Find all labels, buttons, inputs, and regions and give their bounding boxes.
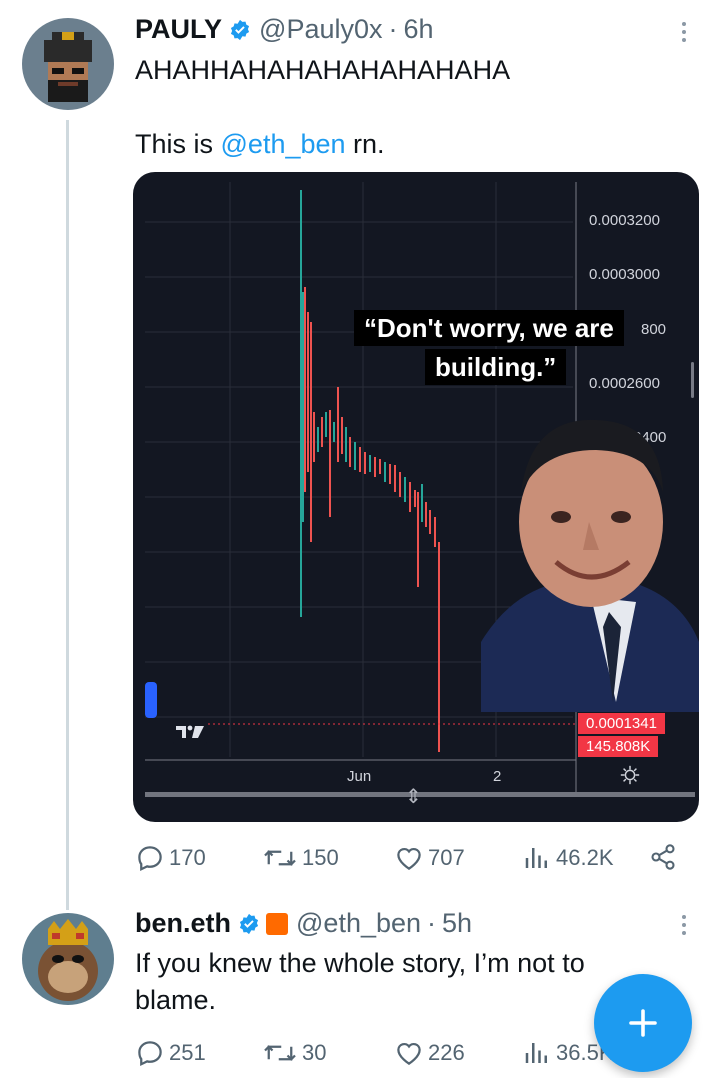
current-price-tag: 0.0001341: [578, 713, 665, 734]
meme-caption-line2: building.”: [425, 349, 567, 385]
verified-badge-icon[interactable]: [238, 913, 260, 935]
verified-badge-icon[interactable]: [229, 19, 251, 41]
like-icon: [397, 1042, 421, 1065]
like-icon: [397, 847, 421, 870]
tweet2-time[interactable]: 5h: [442, 908, 472, 939]
compose-icon: [629, 1009, 657, 1037]
tweet1-actions: 170 150 707 46.2K: [0, 840, 718, 876]
views-icon: [525, 848, 547, 868]
tweet1-text-line1: AHAHHAHAHAHAHAHAHAHA: [135, 55, 511, 85]
tweet2-text-line1: If you knew the whole story, I’m not to: [135, 948, 585, 978]
repost-icon: [264, 1045, 296, 1061]
views-icon: [525, 1043, 547, 1063]
tweet1-handle[interactable]: @Pauly0x: [259, 14, 382, 45]
reply-icon: [138, 846, 162, 872]
tweet1-separator: ·: [388, 14, 398, 44]
chart-scroll-handle: [145, 682, 157, 718]
price-axis-scrollbar: [691, 362, 694, 398]
price-label: 0.0002600: [589, 375, 660, 392]
more-icon[interactable]: [682, 22, 686, 42]
repost-count: 150: [302, 845, 339, 870]
like-count: 226: [428, 1040, 465, 1065]
tweet2-text-line2: blame.: [135, 985, 217, 1015]
reply-count: 251: [169, 1040, 206, 1065]
views-count: 46.2K: [556, 845, 614, 870]
mention-link[interactable]: @eth_ben: [221, 129, 346, 159]
tweet1-header: PAULY @Pauly0x · 6h: [135, 14, 434, 45]
repost-count: 30: [302, 1040, 327, 1065]
thread-connector-line: [66, 120, 69, 910]
tweet2-separator: ·: [427, 908, 437, 938]
repost-button[interactable]: 150: [262, 843, 339, 873]
tweet1-display-name[interactable]: PAULY: [135, 14, 222, 45]
compose-button[interactable]: [594, 974, 692, 1072]
avatar-pauly[interactable]: [22, 18, 114, 110]
reply-button[interactable]: 251: [135, 1038, 206, 1068]
resize-arrows-icon: ⇕: [405, 786, 422, 808]
repost-icon: [264, 850, 296, 866]
price-label: 0.0003200: [589, 212, 660, 229]
share-button[interactable]: [649, 843, 677, 871]
like-button[interactable]: 226: [394, 1038, 465, 1068]
meme-person-image: [481, 419, 699, 712]
price-label: 800: [641, 321, 667, 338]
price-label: 0.0003000: [589, 266, 660, 283]
repost-button[interactable]: 30: [262, 1038, 326, 1068]
tweet1-text-line2: This is @eth_ben rn.: [135, 125, 385, 163]
views-button[interactable]: 46.2K: [522, 843, 614, 873]
like-button[interactable]: 707: [394, 843, 465, 873]
avatar-ben-eth[interactable]: [22, 913, 114, 1005]
like-count: 707: [428, 845, 465, 870]
tradingview-logo-icon: [173, 719, 207, 745]
x-axis-label: Jun: [347, 768, 372, 785]
share-icon: [651, 844, 675, 870]
organization-badge-icon[interactable]: [266, 912, 289, 935]
chart-settings-icon: [620, 765, 640, 785]
tweet2-handle[interactable]: @eth_ben: [296, 908, 421, 939]
tweet1-text-suffix: rn.: [345, 129, 385, 159]
meme-caption-line1: “Don't worry, we are: [354, 310, 624, 346]
reply-count: 170: [169, 845, 206, 870]
tweet1-media-image[interactable]: 0.0003200 0.0003000 800 0.0002600 2400 “…: [133, 172, 699, 822]
tweet2-header: ben.eth @eth_ben · 5h: [135, 908, 472, 939]
reply-icon: [138, 1041, 162, 1067]
tweet1-time[interactable]: 6h: [404, 14, 434, 45]
more-icon[interactable]: [682, 915, 686, 935]
tweet2-display-name[interactable]: ben.eth: [135, 908, 231, 939]
reply-button[interactable]: 170: [135, 843, 206, 873]
tweet1-text-prefix: This is: [135, 129, 221, 159]
volume-tag: 145.808K: [578, 736, 659, 757]
x-axis-label: 2: [493, 768, 502, 785]
